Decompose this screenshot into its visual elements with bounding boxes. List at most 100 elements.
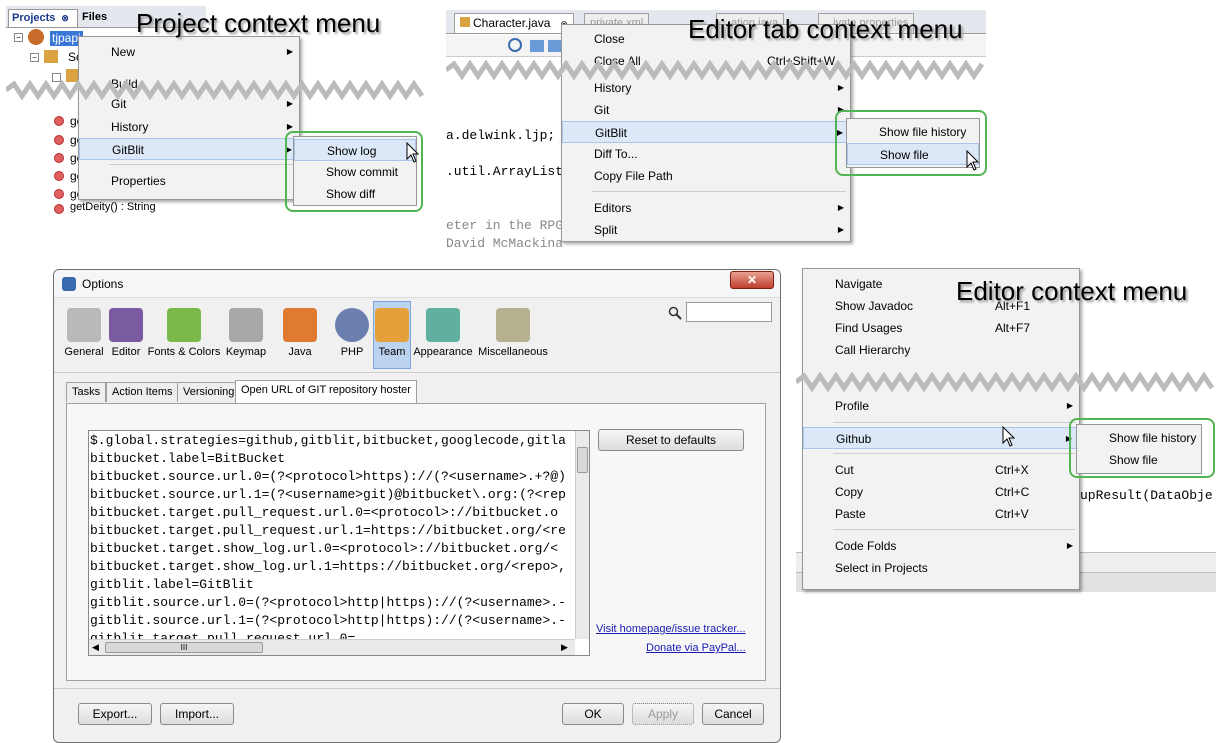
menu-item-github[interactable]: Github ▶ <box>803 427 1079 449</box>
code-line: bitbucket.target.pull_request.url.0=<pro… <box>90 505 559 520</box>
tab-label: Character.java <box>473 16 551 30</box>
category-miscellaneous[interactable]: Miscellaneous <box>474 308 552 358</box>
tab-character-java[interactable]: Character.java⊗ <box>454 13 574 33</box>
export-button[interactable]: Export... <box>78 703 152 725</box>
chevron-right-icon: ▶ <box>286 47 293 56</box>
menu-item-code-folds[interactable]: Code Folds ▶ <box>803 535 1079 557</box>
menu-item-call-hierarchy[interactable]: Call Hierarchy <box>803 339 1079 361</box>
menu-item-properties[interactable]: Properties <box>79 170 299 192</box>
method-icon <box>54 116 64 126</box>
horizontal-scrollbar[interactable]: ◀ III ▶ <box>89 639 575 655</box>
category-fonts-colors[interactable]: Fonts & Colors <box>144 308 224 358</box>
cancel-button[interactable]: Cancel <box>702 703 764 725</box>
category-label: Editor <box>111 346 141 358</box>
menu-item-editors[interactable]: Editors ▶ <box>562 197 850 219</box>
menu-item-copy-file-path[interactable]: Copy File Path <box>562 165 850 187</box>
apply-button[interactable]: Apply <box>632 703 694 725</box>
menu-item-copy[interactable]: Copy Ctrl+C <box>803 481 1079 503</box>
tab-versioning[interactable]: Versioning <box>177 382 241 402</box>
reset-to-defaults-button[interactable]: Reset to defaults <box>598 429 744 451</box>
menu-item-label: Split <box>594 223 618 237</box>
code-line: a.delwink.ljp; <box>446 128 556 143</box>
menu-item-label: New <box>111 45 136 59</box>
menu-item-label: GitBlit <box>112 143 145 157</box>
menu-item-gitblit[interactable]: GitBlit ▶ <box>562 121 850 143</box>
code-line: upResult(DataObje <box>1080 488 1213 503</box>
menu-item-label: Properties <box>111 174 166 188</box>
miscellaneous-icon <box>496 308 530 342</box>
category-appearance[interactable]: Appearance <box>410 308 476 358</box>
java-file-icon <box>460 17 470 27</box>
category-label: PHP <box>340 346 364 358</box>
menu-item-label: Git <box>594 103 610 117</box>
category-label: Team <box>378 346 406 358</box>
code-line: bitbucket.label=BitBucket <box>90 451 286 466</box>
ok-button[interactable]: OK <box>562 703 624 725</box>
mouse-cursor-icon <box>406 142 420 163</box>
menu-item-label: Profile <box>835 399 870 413</box>
close-icon: ✕ <box>746 273 758 287</box>
footer-divider <box>54 688 780 689</box>
vertical-scrollbar[interactable] <box>575 431 589 639</box>
menu-item-split[interactable]: Split ▶ <box>562 219 850 241</box>
search-icon <box>668 306 682 320</box>
method-icon <box>54 135 64 145</box>
caption-project-menu: Project context menu <box>136 8 381 38</box>
shortcut-label: Ctrl+X <box>995 463 1029 477</box>
tree-item[interactable]: getDeity() : String <box>70 201 156 213</box>
close-icon[interactable]: ⊗ <box>61 13 69 23</box>
config-editor[interactable]: $.global.strategies=github,gitblit,bitbu… <box>88 430 590 656</box>
category-java[interactable]: Java <box>270 308 330 358</box>
menu-item-label: Code Folds <box>835 539 897 553</box>
tab-files[interactable]: Files <box>80 9 136 27</box>
caption-tab-menu: Editor tab context menu <box>688 14 963 44</box>
menu-item-paste[interactable]: Paste Ctrl+V <box>803 503 1079 525</box>
scroll-thumb[interactable]: III <box>105 642 263 653</box>
menu-item-label: Close <box>594 32 625 46</box>
menu-item-history[interactable]: History ▶ <box>562 77 850 99</box>
close-button[interactable]: ✕ <box>730 271 774 289</box>
scroll-grip: III <box>180 643 188 652</box>
tab-tasks[interactable]: Tasks <box>66 382 107 402</box>
category-keymap[interactable]: Keymap <box>216 308 276 358</box>
menu-item-new[interactable]: New ▶ <box>79 41 299 63</box>
chevron-left-icon[interactable]: ◀ <box>92 642 99 653</box>
menu-item-git[interactable]: Git ▶ <box>562 99 850 121</box>
menu-item-cut[interactable]: Cut Ctrl+X <box>803 459 1079 481</box>
code-line: bitbucket.target.show_log.url.0=<protoco… <box>90 541 559 556</box>
appearance-icon <box>426 308 460 342</box>
find-icon[interactable] <box>508 38 522 52</box>
tree-expand-icon[interactable]: − <box>14 33 23 42</box>
prev-occurrence-icon[interactable] <box>530 40 544 52</box>
code-line: bitbucket.source.url.1=(?<username>git)@… <box>90 487 566 502</box>
menu-item-gitblit[interactable]: GitBlit ▶ <box>79 138 299 160</box>
tab-label: Tasks <box>72 386 101 398</box>
next-occurrence-icon[interactable] <box>548 40 562 52</box>
donate-link[interactable]: Donate via PayPal... <box>646 642 746 654</box>
visit-homepage-link[interactable]: Visit homepage/issue tracker... <box>596 623 746 635</box>
menu-item-label: Copy <box>835 485 864 499</box>
import-button[interactable]: Import... <box>160 703 234 725</box>
chevron-right-icon: ▶ <box>1066 541 1073 550</box>
menu-item-diff-to[interactable]: Diff To... <box>562 143 850 165</box>
menu-item-select-in-projects[interactable]: Select in Projects <box>803 557 1079 579</box>
tree-expand-icon[interactable]: − <box>30 53 39 62</box>
dialog-title: Options <box>82 277 124 291</box>
menu-item-profile[interactable]: Profile ▶ <box>803 395 1079 417</box>
tab-open-url[interactable]: Open URL of GIT repository hoster <box>235 380 417 404</box>
editor-tab-context-menu: Close Close All Ctrl+Shift+W History ▶ Git… <box>561 24 851 242</box>
menu-item-find-usages[interactable]: Find Usages Alt+F7 <box>803 317 1079 339</box>
tab-projects[interactable]: Projects ⊗ <box>8 9 78 27</box>
method-icon <box>54 171 64 181</box>
fonts-colors-icon <box>167 308 201 342</box>
tab-action-items[interactable]: Action Items <box>106 382 179 402</box>
chevron-right-icon[interactable]: ▶ <box>561 642 568 653</box>
code-comment: David McMackina <box>446 236 564 251</box>
tab-label: Versioning <box>183 386 235 398</box>
search-input[interactable] <box>686 302 772 322</box>
menu-item-label: Github <box>836 432 872 446</box>
method-icon <box>54 153 64 163</box>
scroll-thumb[interactable] <box>577 447 588 473</box>
menu-item-history[interactable]: History ▶ <box>79 116 299 138</box>
menu-item-label: Cut <box>835 463 854 477</box>
